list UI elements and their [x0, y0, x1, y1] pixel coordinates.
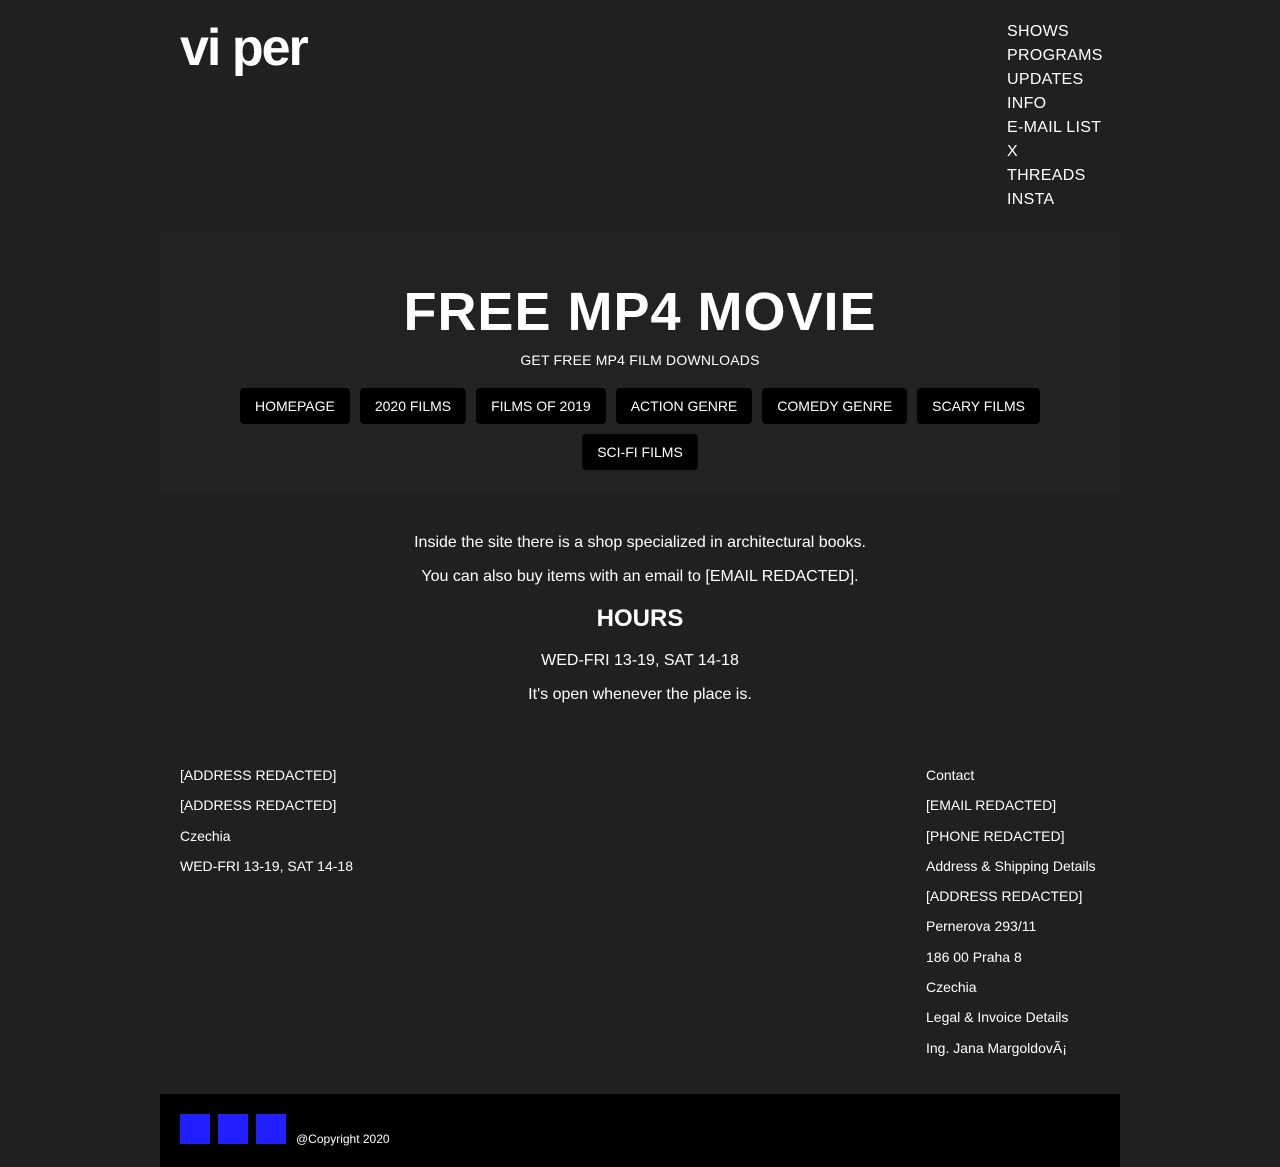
category-button-films-of-2019[interactable]: FILMS OF 2019	[476, 388, 606, 424]
footer-country-right: Czechia	[926, 979, 977, 996]
footer-address-line: [ADDRESS REDACTED]	[180, 767, 337, 783]
nav-item-x[interactable]: X	[1007, 140, 1103, 164]
footer-columns: [ADDRESS REDACTED] [ADDRESS REDACTED] Cz…	[160, 760, 1120, 1094]
footer-contact-column: Contact [EMAIL REDACTED] [PHONE REDACTED…	[926, 760, 1096, 1063]
nav-item-insta[interactable]: INSTA	[1007, 188, 1103, 212]
category-button-2020-films[interactable]: 2020 FILMS	[359, 388, 467, 424]
footer-email-link[interactable]: [EMAIL REDACTED]	[926, 790, 1096, 820]
nav-item-email-list[interactable]: E-MAIL LIST	[1007, 116, 1103, 140]
hours-text: WED-FRI 13-19, SAT 14-18	[541, 652, 739, 669]
hours-heading: HOURS	[596, 605, 684, 632]
nav-item-programs[interactable]: PROGRAMS	[1007, 44, 1103, 68]
social-icons	[180, 1114, 286, 1144]
info-text-email: You can also buy items with an email to …	[421, 568, 859, 585]
social-icon[interactable]	[180, 1114, 210, 1144]
nav-item-updates[interactable]: UPDATES	[1007, 68, 1103, 92]
footer-shipping-address: [ADDRESS REDACTED]	[926, 888, 1083, 905]
hero-subtitle: GET FREE MP4 FILM DOWNLOADS	[520, 352, 760, 368]
category-button-scary-films[interactable]: SCARY FILMS	[917, 388, 1041, 424]
footer-phone: [PHONE REDACTED]	[926, 827, 1065, 844]
copyright-text: @Copyright 2020	[296, 1132, 390, 1146]
hero-section: FREE MP4 MOVIE GET FREE MP4 FILM DOWNLOA…	[160, 232, 1120, 492]
social-icon[interactable]	[218, 1114, 248, 1144]
info-section: Inside the site there is a shop speciali…	[160, 492, 1120, 760]
footer-legal-name: Ing. Jana MargoldovÃ¡	[926, 1039, 1067, 1056]
social-icon[interactable]	[256, 1114, 286, 1144]
footer-address-line: [ADDRESS REDACTED]	[180, 797, 337, 814]
bottom-bar: @Copyright 2020	[160, 1094, 1120, 1167]
category-button-action-genre[interactable]: ACTION GENRE	[615, 388, 753, 424]
top-nav: SHOWS PROGRAMS UPDATES INFO E-MAIL LIST …	[1007, 20, 1103, 212]
footer-country: Czechia	[180, 827, 231, 844]
site-header: vi per SHOWS PROGRAMS UPDATES INFO E-MAI…	[160, 0, 1120, 232]
hero-title: FREE MP4 MOVIE	[403, 282, 877, 342]
nav-item-shows[interactable]: SHOWS	[1007, 20, 1103, 44]
category-button-homepage[interactable]: HOMEPAGE	[239, 388, 350, 424]
nav-item-info[interactable]: INFO	[1007, 92, 1103, 116]
nav-item-threads[interactable]: THREADS	[1007, 164, 1103, 188]
footer-city: 186 00 Praha 8	[926, 948, 1022, 965]
site-logo[interactable]: vi per	[180, 18, 309, 78]
hours-note: It's open whenever the place is.	[528, 686, 752, 703]
page: vi per SHOWS PROGRAMS UPDATES INFO E-MAI…	[160, 0, 1120, 1167]
footer-street: Pernerova 293/11	[926, 918, 1037, 935]
info-text-shop: Inside the site there is a shop speciali…	[414, 534, 866, 551]
footer-hours: WED-FRI 13-19, SAT 14-18	[180, 857, 353, 874]
footer-contact-heading: Contact	[926, 767, 975, 783]
footer-address-column: [ADDRESS REDACTED] [ADDRESS REDACTED] Cz…	[180, 760, 353, 881]
category-button-sci-fi-films[interactable]: SCI-FI FILMS	[582, 434, 698, 470]
category-button-comedy-genre[interactable]: COMEDY GENRE	[762, 388, 908, 424]
category-nav: HOMEPAGE 2020 FILMS FILMS OF 2019 ACTION…	[220, 388, 1060, 470]
footer-legal-heading: Legal & Invoice Details	[926, 1009, 1069, 1026]
footer-shipping-heading: Address & Shipping Details	[926, 857, 1096, 874]
